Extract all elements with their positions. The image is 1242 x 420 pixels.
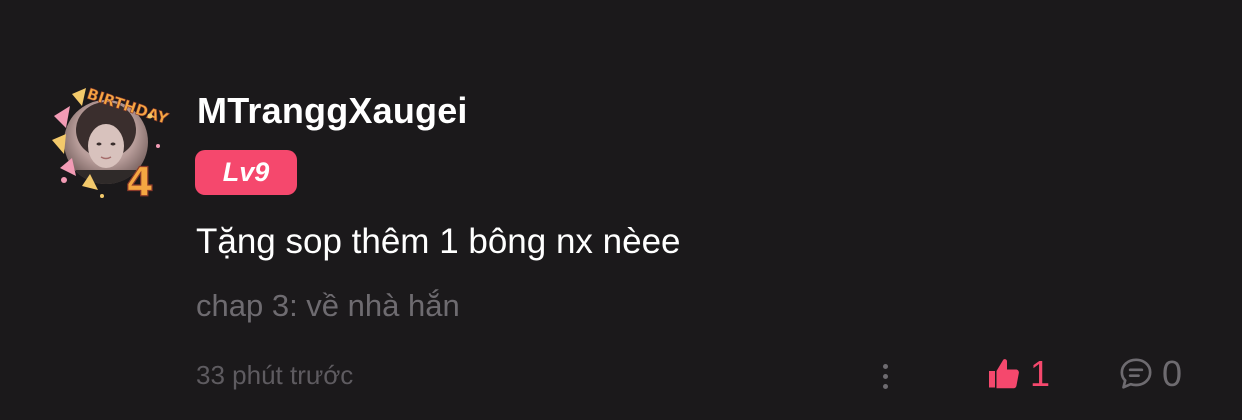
like-button[interactable]: 1: [986, 352, 1050, 396]
comment-bubble-icon: [1120, 358, 1152, 389]
comment-item: BIRTHDAY 4 MTranggXaugei Lv9 Tặng sop th…: [0, 0, 1242, 420]
birthday-frame-text: BIRTHDAY: [85, 85, 170, 128]
comment-text: Tặng sop thêm 1 bông nx nèee: [196, 222, 681, 261]
level-badge: Lv9: [195, 150, 297, 195]
username[interactable]: MTranggXaugei: [197, 90, 468, 132]
thumbs-up-icon: [989, 359, 1019, 389]
more-vertical-icon-dot: [882, 383, 888, 389]
birthday-frame-number: 4: [126, 160, 154, 204]
timestamp: 33 phút trước: [196, 360, 354, 390]
more-vertical-icon: [882, 363, 888, 369]
reply-button[interactable]: 0: [1116, 352, 1182, 396]
more-options-button[interactable]: [870, 356, 900, 396]
avatar[interactable]: BIRTHDAY 4: [42, 76, 170, 204]
more-vertical-icon-dot: [882, 373, 888, 379]
reply-count: 0: [1162, 353, 1183, 394]
like-count: 1: [1030, 353, 1051, 394]
chapter-reference[interactable]: chap 3: về nhà hắn: [196, 288, 460, 324]
birthday-frame-icon: BIRTHDAY 4: [52, 84, 170, 204]
